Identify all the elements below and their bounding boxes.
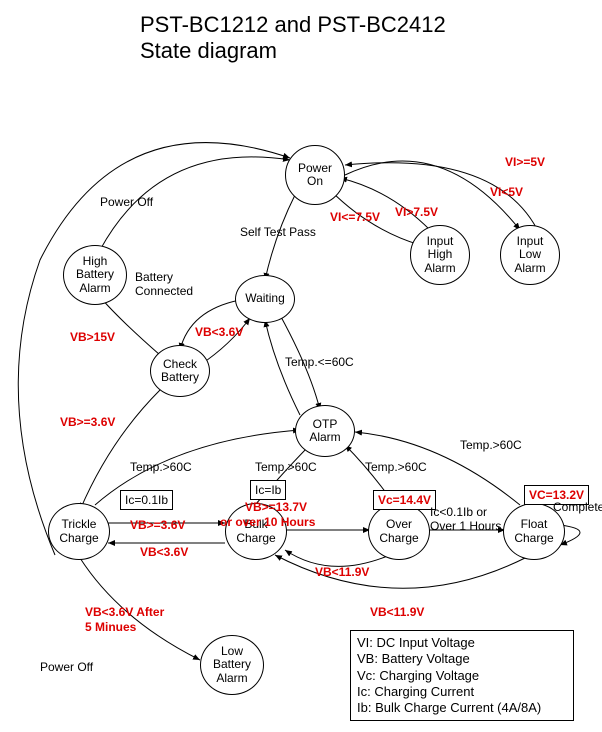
state-otp-alarm: OTPAlarm: [295, 405, 355, 457]
box-ic-01ib: Ic=0.1Ib: [120, 490, 173, 510]
edge-vb-lt36-2: VB<3.6V: [140, 545, 188, 559]
edge-battery-connected: BatteryConnected: [135, 270, 205, 298]
state-waiting: Waiting: [235, 275, 295, 323]
legend-vi: VI: DC Input Voltage: [357, 635, 567, 651]
edge-self-test-pass: Self Test Pass: [240, 225, 316, 239]
legend-vb: VB: Battery Voltage: [357, 651, 567, 667]
edge-vb-ge137-l2: or over 10 Hours: [220, 515, 315, 529]
state-check-battery: CheckBattery: [150, 345, 210, 397]
edge-power-off-1: Power Off: [100, 195, 153, 209]
state-over-charge: OverCharge: [368, 503, 430, 560]
edge-vi-gt75: VI>7.5V: [395, 205, 438, 219]
edge-vb-ge36-2: VB>=3.6V: [130, 518, 185, 532]
state-high-battery-alarm: HighBatteryAlarm: [63, 245, 127, 305]
edge-temp-gt60-b: Temp.>60C: [255, 460, 317, 474]
legend-box: VI: DC Input Voltage VB: Battery Voltage…: [350, 630, 574, 721]
edge-vi-lt5: VI<5V: [490, 185, 523, 199]
state-power-on: PowerOn: [285, 145, 345, 205]
title-line-2: State diagram: [140, 38, 277, 64]
legend-ic: Ic: Charging Current: [357, 684, 567, 700]
edge-temp-gt60-a: Temp.>60C: [130, 460, 192, 474]
edge-vb-gt15: VB>15V: [70, 330, 115, 344]
legend-vc: Vc: Charging Voltage: [357, 668, 567, 684]
edge-vi-ge5: VI>=5V: [505, 155, 545, 169]
legend-ib: Ib: Bulk Charge Current (4A/8A): [357, 700, 567, 716]
edge-vb-lt36-after5-l2: 5 Minues: [85, 620, 136, 634]
title-line-1: PST-BC1212 and PST-BC2412: [140, 12, 446, 38]
edge-vb-lt119-b: VB<11.9V: [370, 605, 424, 619]
edge-power-off-2: Power Off: [40, 660, 93, 674]
box-ic-ib: Ic=Ib: [250, 480, 286, 500]
edge-complete: Complete: [553, 500, 602, 514]
edge-temp-le60: Temp.<=60C: [285, 355, 354, 369]
box-vc-144: Vc=14.4V: [373, 490, 436, 510]
edge-temp-gt60-c: Temp.>60C: [365, 460, 427, 474]
edge-vi-le75: VI<=7.5V: [330, 210, 380, 224]
edge-vb-ge137-l1: VB>=13.7V: [245, 500, 307, 514]
state-trickle-charge: TrickleCharge: [48, 503, 110, 560]
edge-vb-lt36-after5-l1: VB<3.6V After: [85, 605, 164, 619]
edge-vb-ge36: VB>=3.6V: [60, 415, 115, 429]
state-input-low-alarm: InputLowAlarm: [500, 225, 560, 285]
edge-ic-lt01ib: Ic<0.1Ib orOver 1 Hours: [430, 505, 510, 533]
state-low-battery-alarm: LowBatteryAlarm: [200, 635, 264, 695]
state-input-high-alarm: InputHighAlarm: [410, 225, 470, 285]
edge-vb-lt119-a: VB<11.9V: [315, 565, 369, 579]
edge-temp-gt60-d: Temp.>60C: [460, 438, 522, 452]
edge-vb-lt36-wait: VB<3.6V: [195, 325, 243, 339]
